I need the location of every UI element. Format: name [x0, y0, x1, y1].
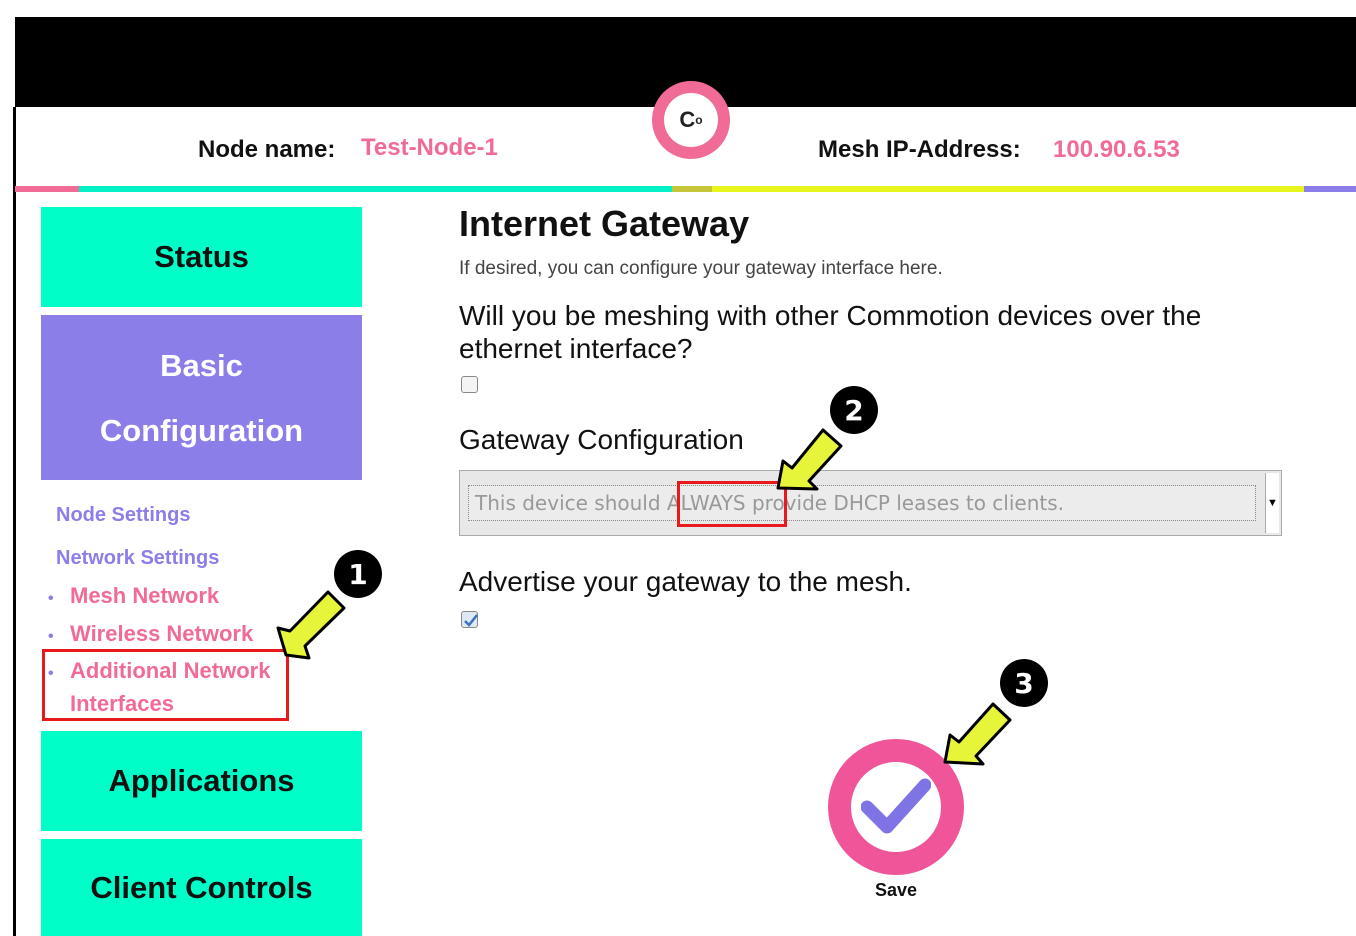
arrow-3-icon: [943, 702, 1012, 766]
arrow-1-icon: [276, 590, 346, 660]
arrow-2-icon: [776, 428, 843, 491]
annotation-badge-1: 1: [334, 550, 382, 598]
annotation-badge-3: 3: [1000, 659, 1048, 707]
annotation-arrows: [276, 428, 1012, 766]
annotation-badge-2: 2: [830, 386, 878, 434]
